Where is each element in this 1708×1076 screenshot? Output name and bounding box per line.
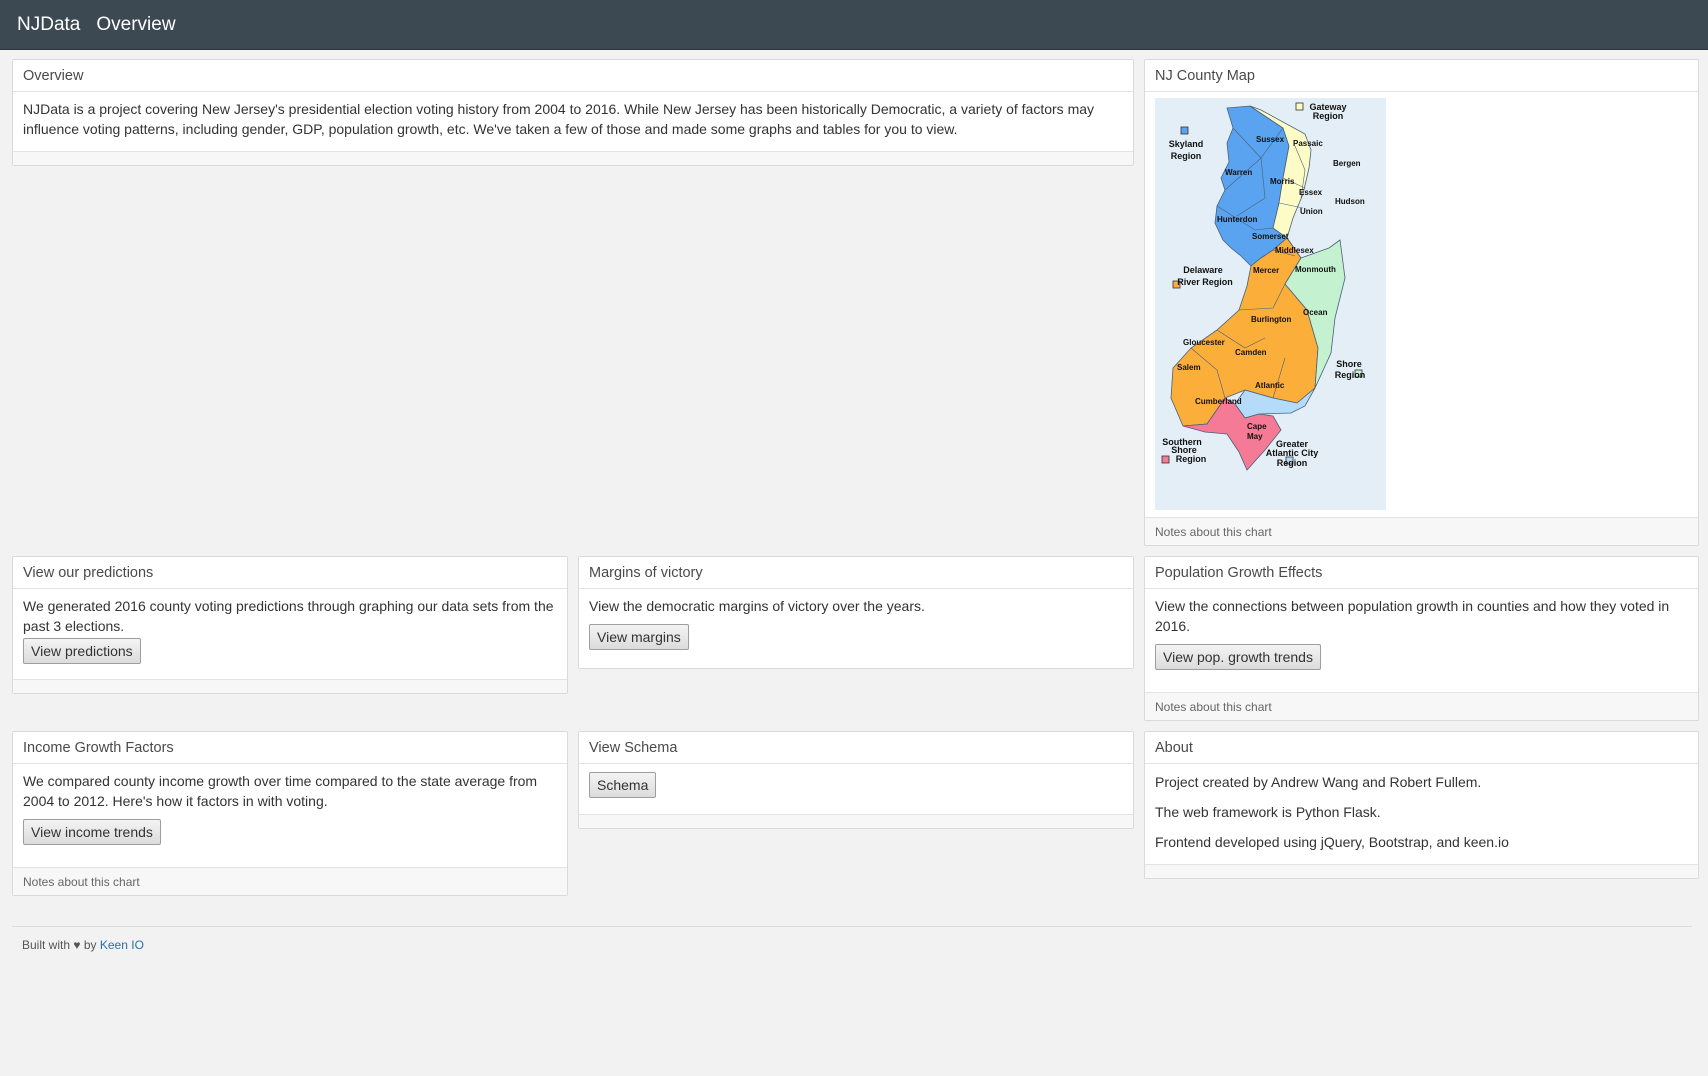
county-label: Union: [1300, 207, 1323, 216]
brand-link[interactable]: NJData: [17, 14, 80, 36]
schema-title: View Schema: [579, 732, 1133, 764]
southern-region-label: Region: [1176, 454, 1207, 464]
schema-footer: [579, 814, 1133, 828]
county-label: Monmouth: [1295, 265, 1336, 274]
southern-legend-swatch: [1161, 455, 1170, 464]
county-label: Essex: [1299, 188, 1323, 197]
county-label: Passaic: [1293, 139, 1323, 148]
view-pop-growth-button[interactable]: View pop. growth trends: [1155, 644, 1321, 670]
overview-title: Overview: [13, 60, 1133, 92]
predictions-footer: [13, 679, 567, 693]
income-title: Income Growth Factors: [13, 732, 567, 764]
view-predictions-button[interactable]: View predictions: [23, 638, 141, 664]
heart-icon: ♥: [73, 938, 81, 952]
county-label: Bergen: [1333, 159, 1361, 168]
county-label: Camden: [1235, 348, 1267, 357]
overview-panel: Overview NJData is a project covering Ne…: [12, 59, 1134, 166]
county-label: Hudson: [1335, 197, 1365, 206]
footer-prefix: Built with: [22, 938, 71, 952]
map-title: NJ County Map: [1145, 60, 1698, 92]
keen-io-link[interactable]: Keen IO: [100, 938, 144, 952]
overview-text: NJData is a project covering New Jersey'…: [23, 101, 1095, 137]
county-label: Gloucester: [1183, 338, 1225, 347]
nav-overview-link[interactable]: Overview: [96, 14, 175, 36]
schema-button[interactable]: Schema: [589, 772, 657, 798]
county-label: Mercer: [1253, 266, 1279, 275]
about-line-2: The web framework is Python Flask.: [1155, 804, 1381, 820]
atlantic-city-region-label: Atlantic City: [1266, 448, 1319, 458]
county-label: Sussex: [1256, 135, 1285, 144]
nj-county-map: Sussex Passaic Bergen Warren Morris Essex Huds…: [1155, 98, 1386, 510]
about-line-3: Frontend developed using jQuery, Bootstr…: [1155, 834, 1509, 850]
county-label: Cumberland: [1195, 397, 1242, 406]
map-panel: NJ County Map Sussex Passaic Bergen Warr…: [1144, 59, 1699, 546]
schema-panel: View Schema Schema: [578, 731, 1134, 829]
about-panel: About Project created by Andrew Wang and…: [1144, 731, 1699, 879]
skyland-region-shape: [1214, 105, 1290, 267]
top-navbar: NJData Overview: [0, 0, 1708, 50]
county-label: Atlantic: [1255, 381, 1285, 390]
footer-by: by: [83, 938, 97, 952]
margins-title: Margins of victory: [579, 557, 1133, 589]
delaware-region-label: River Region: [1177, 277, 1233, 287]
margins-text: View the democratic margins of victory o…: [589, 598, 925, 614]
margins-panel: Margins of victory View the democratic m…: [578, 556, 1134, 669]
predictions-text: We generated 2016 county voting predicti…: [23, 598, 554, 634]
county-label: Morris: [1270, 177, 1295, 186]
view-income-button[interactable]: View income trends: [23, 819, 161, 845]
about-footer: [1145, 864, 1698, 878]
population-panel: Population Growth Effects View the conne…: [1144, 556, 1699, 721]
county-label: Warren: [1225, 168, 1252, 177]
atlantic-city-region-label: Region: [1277, 458, 1308, 468]
map-notes: Notes about this chart: [1145, 517, 1698, 545]
about-line-1: Project created by Andrew Wang and Rober…: [1155, 774, 1482, 790]
skyland-legend-swatch: [1180, 126, 1189, 135]
view-margins-button[interactable]: View margins: [589, 624, 689, 650]
skyland-region-label: Skyland: [1169, 139, 1204, 149]
predictions-panel: View our predictions We generated 2016 c…: [12, 556, 568, 694]
predictions-title: View our predictions: [13, 557, 567, 589]
county-label: Salem: [1177, 363, 1201, 372]
income-text: We compared county income growth over ti…: [23, 773, 538, 809]
nj-map-svg: Sussex Passaic Bergen Warren Morris Essex Huds…: [1161, 102, 1366, 471]
income-notes: Notes about this chart: [13, 867, 567, 895]
footer-divider: [12, 926, 1692, 927]
county-label: Middlesex: [1275, 246, 1314, 255]
skyland-region-label: Region: [1171, 151, 1202, 161]
population-notes: Notes about this chart: [1145, 692, 1698, 720]
county-label: Cape: [1247, 422, 1267, 431]
delaware-region-label: Delaware: [1183, 265, 1223, 275]
county-label: Somerset: [1252, 232, 1289, 241]
overview-footer: [13, 151, 1133, 165]
income-panel: Income Growth Factors We compared county…: [12, 731, 568, 896]
gateway-legend-swatch: [1295, 102, 1304, 111]
gateway-region-label: Region: [1313, 111, 1344, 121]
county-label: Burlington: [1251, 315, 1292, 324]
county-label: May: [1247, 432, 1263, 441]
population-title: Population Growth Effects: [1145, 557, 1698, 589]
about-title: About: [1145, 732, 1698, 764]
county-label: Hunterdon: [1217, 215, 1258, 224]
population-text: View the connections between population …: [1155, 598, 1670, 634]
county-label: Ocean: [1303, 308, 1328, 317]
shore-region-label: Region: [1335, 370, 1366, 380]
shore-region-label: Shore: [1336, 359, 1362, 369]
page-footer: Built with ♥ by Keen IO: [22, 938, 144, 952]
